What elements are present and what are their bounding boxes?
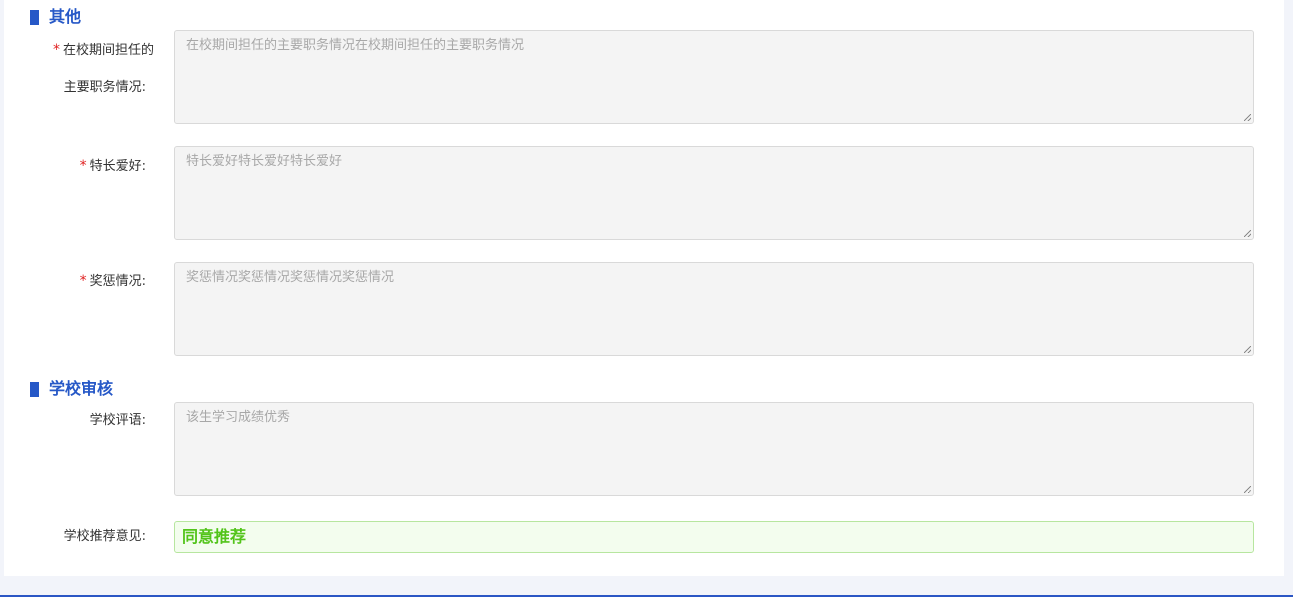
resize-grip-icon[interactable] bbox=[1244, 346, 1251, 353]
school-comment-label: 学校评语: bbox=[89, 413, 146, 428]
resize-grip-icon[interactable] bbox=[1244, 114, 1251, 121]
section-marker bbox=[30, 9, 39, 25]
hobbies-label-text: 特长爱好: bbox=[89, 159, 146, 174]
school-comment-value: 该生学习成绩优秀 bbox=[186, 410, 291, 425]
awards-textarea[interactable]: 奖惩情况奖惩情况奖惩情况奖惩情况 bbox=[174, 262, 1254, 356]
duties-label: * 在校期间担任的 bbox=[40, 40, 154, 61]
hobbies-value: 特长爱好特长爱好特长爱好 bbox=[186, 154, 343, 169]
resize-grip-icon[interactable] bbox=[1244, 486, 1251, 493]
section-title-text: 其他 bbox=[49, 7, 82, 26]
section-title-text: 学校审核 bbox=[49, 379, 114, 398]
required-mark: * bbox=[79, 273, 87, 289]
duties-label-line2: 主要职务情况: bbox=[63, 80, 146, 95]
hobbies-textarea[interactable]: 特长爱好特长爱好特长爱好 bbox=[174, 146, 1254, 240]
required-mark: * bbox=[79, 158, 87, 174]
awards-value: 奖惩情况奖惩情况奖惩情况奖惩情况 bbox=[186, 270, 395, 285]
school-comment-textarea[interactable]: 该生学习成绩优秀 bbox=[174, 402, 1254, 496]
section-title-school-review: 学校审核 bbox=[30, 378, 113, 400]
school-recommendation-label: 学校推荐意见: bbox=[63, 529, 146, 544]
required-mark: * bbox=[52, 42, 60, 58]
school-recommendation-value: 同意推荐 bbox=[174, 521, 1254, 553]
duties-textarea[interactable]: 在校期间担任的主要职务情况在校期间担任的主要职务情况 bbox=[174, 30, 1254, 124]
section-marker bbox=[30, 381, 39, 397]
duties-label-line1: 在校期间担任的 bbox=[62, 43, 154, 58]
duties-value: 在校期间担任的主要职务情况在校期间担任的主要职务情况 bbox=[186, 38, 525, 53]
resize-grip-icon[interactable] bbox=[1244, 230, 1251, 237]
hobbies-label: * 特长爱好: bbox=[40, 156, 146, 177]
section-title-other: 其他 bbox=[30, 6, 81, 28]
awards-label: * 奖惩情况: bbox=[40, 271, 146, 292]
awards-label-text: 奖惩情况: bbox=[89, 274, 146, 289]
